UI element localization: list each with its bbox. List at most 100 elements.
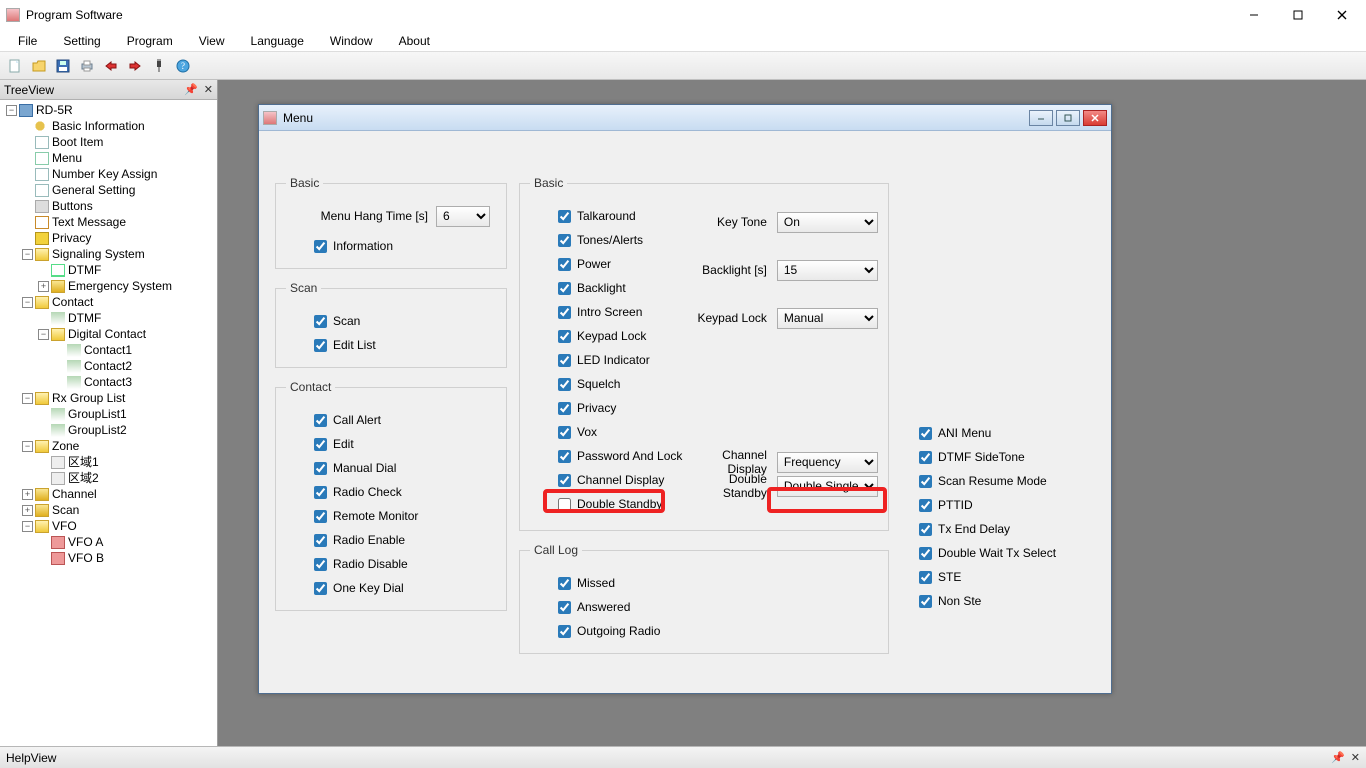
save-icon[interactable] — [52, 55, 74, 77]
checkbox-tx-end-delay[interactable] — [919, 523, 932, 536]
helpview-pin-icon[interactable]: 📌 — [1331, 751, 1345, 764]
inner-maximize-button[interactable] — [1056, 110, 1080, 126]
tree-expander-icon[interactable]: − — [22, 249, 33, 260]
open-icon[interactable] — [28, 55, 50, 77]
help-icon[interactable]: ? — [172, 55, 194, 77]
tree-item[interactable]: Basic Information — [6, 118, 215, 134]
tree-expander-icon[interactable]: − — [22, 393, 33, 404]
connection-icon[interactable] — [148, 55, 170, 77]
tree-item[interactable]: Number Key Assign — [6, 166, 215, 182]
checkbox-dtmf-sidetone[interactable] — [919, 451, 932, 464]
menu-setting[interactable]: Setting — [51, 30, 112, 51]
checkbox-scan[interactable] — [314, 315, 327, 328]
checkbox-manual-dial[interactable] — [314, 462, 327, 475]
tree-item[interactable]: VFO A — [6, 534, 215, 550]
menu-view[interactable]: View — [187, 30, 237, 51]
tree-item[interactable]: DTMF — [6, 310, 215, 326]
checkbox-radio-enable[interactable] — [314, 534, 327, 547]
checkbox-ste[interactable] — [919, 571, 932, 584]
maximize-button[interactable] — [1276, 1, 1320, 29]
tree-item[interactable]: GroupList1 — [6, 406, 215, 422]
tree-item[interactable]: Contact2 — [6, 358, 215, 374]
tree-item[interactable]: −RD-5R — [6, 102, 215, 118]
new-file-icon[interactable] — [4, 55, 26, 77]
tree-expander-icon[interactable]: + — [22, 505, 33, 516]
tree-item[interactable]: +Channel — [6, 486, 215, 502]
inner-minimize-button[interactable] — [1029, 110, 1053, 126]
close-button[interactable] — [1320, 1, 1364, 29]
checkbox-non-ste[interactable] — [919, 595, 932, 608]
tree-expander-icon[interactable]: − — [22, 521, 33, 532]
menu-program[interactable]: Program — [115, 30, 185, 51]
select-keypad-lock[interactable]: Manual — [777, 308, 878, 329]
checkbox-remote-monitor[interactable] — [314, 510, 327, 523]
tree-item[interactable]: Privacy — [6, 230, 215, 246]
checkbox-pttid[interactable] — [919, 499, 932, 512]
tree-item[interactable]: General Setting — [6, 182, 215, 198]
tree-expander-icon[interactable]: − — [22, 297, 33, 308]
read-from-radio-icon[interactable] — [100, 55, 122, 77]
tree-item[interactable]: 区域2 — [6, 470, 215, 486]
menu-file[interactable]: File — [6, 30, 49, 51]
menu-window-titlebar[interactable]: Menu — [259, 105, 1111, 131]
select-channel-display[interactable]: Frequency — [777, 452, 878, 473]
tree-item[interactable]: VFO B — [6, 550, 215, 566]
tree-item[interactable]: 区域1 — [6, 454, 215, 470]
treeview-body[interactable]: −RD-5RBasic InformationBoot ItemMenuNumb… — [0, 100, 217, 746]
write-to-radio-icon[interactable] — [124, 55, 146, 77]
checkbox-password-and-lock[interactable] — [558, 450, 571, 463]
checkbox-keypad-lock[interactable] — [558, 330, 571, 343]
tree-item[interactable]: Boot Item — [6, 134, 215, 150]
checkbox-ani-menu[interactable] — [919, 427, 932, 440]
tree-item[interactable]: +Emergency System — [6, 278, 215, 294]
checkbox-intro-screen[interactable] — [558, 306, 571, 319]
print-icon[interactable] — [76, 55, 98, 77]
checkbox-channel-display[interactable] — [558, 474, 571, 487]
tree-item[interactable]: −Rx Group List — [6, 390, 215, 406]
tree-expander-icon[interactable]: − — [38, 329, 49, 340]
checkbox-call-alert[interactable] — [314, 414, 327, 427]
tree-item[interactable]: Buttons — [6, 198, 215, 214]
minimize-button[interactable] — [1232, 1, 1276, 29]
checkbox-power[interactable] — [558, 258, 571, 271]
checkbox-radio-disable[interactable] — [314, 558, 327, 571]
menu-about[interactable]: About — [387, 30, 442, 51]
checkbox-radio-check[interactable] — [314, 486, 327, 499]
checkbox-double-wait-tx-select[interactable] — [919, 547, 932, 560]
tree-expander-icon[interactable]: + — [22, 489, 33, 500]
checkbox-privacy[interactable] — [558, 402, 571, 415]
checkbox-edit[interactable] — [314, 438, 327, 451]
tree-expander-icon[interactable]: + — [38, 281, 49, 292]
checkbox-one-key-dial[interactable] — [314, 582, 327, 595]
tree-item[interactable]: −VFO — [6, 518, 215, 534]
checkbox-led-indicator[interactable] — [558, 354, 571, 367]
checkbox-missed[interactable] — [558, 577, 571, 590]
tree-item[interactable]: Text Message — [6, 214, 215, 230]
tree-item[interactable]: +Scan — [6, 502, 215, 518]
pin-icon[interactable]: 📌 — [184, 83, 198, 96]
inner-close-button[interactable] — [1083, 110, 1107, 126]
select-menu-hang-time[interactable]: 6 — [436, 206, 490, 227]
checkbox-talkaround[interactable] — [558, 210, 571, 223]
checkbox-scan-resume-mode[interactable] — [919, 475, 932, 488]
tree-expander-icon[interactable]: − — [22, 441, 33, 452]
tree-item[interactable]: Menu — [6, 150, 215, 166]
menu-language[interactable]: Language — [239, 30, 316, 51]
checkbox-vox[interactable] — [558, 426, 571, 439]
tree-item[interactable]: −Signaling System — [6, 246, 215, 262]
tree-item[interactable]: GroupList2 — [6, 422, 215, 438]
checkbox-tones-alerts[interactable] — [558, 234, 571, 247]
checkbox-squelch[interactable] — [558, 378, 571, 391]
checkbox-information[interactable] — [314, 240, 327, 253]
select-backlight-s-[interactable]: 15 — [777, 260, 878, 281]
checkbox-backlight[interactable] — [558, 282, 571, 295]
checkbox-answered[interactable] — [558, 601, 571, 614]
tree-item[interactable]: −Digital Contact — [6, 326, 215, 342]
select-key-tone[interactable]: On — [777, 212, 878, 233]
helpview-close-icon[interactable]: ✕ — [1351, 751, 1360, 764]
tree-item[interactable]: DTMF — [6, 262, 215, 278]
tree-item[interactable]: −Zone — [6, 438, 215, 454]
checkbox-outgoing-radio[interactable] — [558, 625, 571, 638]
tree-item[interactable]: −Contact — [6, 294, 215, 310]
tree-item[interactable]: Contact3 — [6, 374, 215, 390]
